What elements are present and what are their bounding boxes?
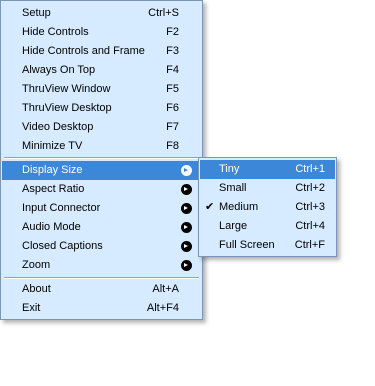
menu-item-label: Minimize TV (22, 140, 83, 152)
menu-item-aspect-ratio[interactable]: Aspect Ratio (2, 180, 201, 199)
submenu-item-full-screen[interactable]: Full Screen Ctrl+F (200, 236, 335, 255)
checkmark-icon: ✔ (205, 201, 215, 213)
menu-item-label: Full Screen (219, 239, 275, 251)
menu-item-closed-captions[interactable]: Closed Captions (2, 237, 201, 256)
menu-item-exit[interactable]: Exit Alt+F4 (2, 299, 201, 318)
submenu-item-small[interactable]: Small Ctrl+2 (200, 179, 335, 198)
menu-item-label: Hide Controls (22, 26, 89, 38)
menu-item-zoom[interactable]: Zoom (2, 256, 201, 275)
submenu-arrow-icon (181, 222, 192, 233)
menu-item-shortcut: Alt+F4 (146, 302, 179, 314)
menu-item-label: Tiny (219, 163, 240, 175)
menu-item-shortcut: Ctrl+2 (295, 182, 325, 194)
submenu-arrow-icon (181, 260, 192, 271)
menu-separator (4, 277, 199, 279)
menu-item-minimize-tv[interactable]: Minimize TV F8 (2, 137, 201, 156)
menu-item-video-desktop[interactable]: Video Desktop F7 (2, 118, 201, 137)
menu-item-hide-controls[interactable]: Hide Controls F2 (2, 23, 201, 42)
menu-item-setup[interactable]: Setup Ctrl+S (2, 4, 201, 23)
menu-item-label: Audio Mode (22, 221, 81, 233)
menu-item-shortcut: Ctrl+3 (295, 201, 325, 213)
menu-item-label: Aspect Ratio (22, 183, 85, 195)
menu-item-label: Zoom (22, 259, 51, 271)
menu-item-label: Large (219, 220, 248, 232)
menu-item-shortcut: F8 (166, 140, 179, 152)
menu-item-label: Display Size (22, 164, 83, 176)
menu-separator (4, 157, 199, 159)
menu-item-label: Always On Top (22, 64, 96, 76)
menu-item-always-on-top[interactable]: Always On Top F4 (2, 61, 201, 80)
menu-item-label: Video Desktop (22, 121, 94, 133)
menu-item-shortcut: Ctrl+S (148, 7, 179, 19)
submenu-arrow-icon (181, 241, 192, 252)
menu-item-audio-mode[interactable]: Audio Mode (2, 218, 201, 237)
menu-item-label: Small (219, 182, 247, 194)
submenu-item-tiny[interactable]: Tiny Ctrl+1 (200, 160, 335, 179)
menu-item-about[interactable]: About Alt+A (2, 280, 201, 299)
menu-item-shortcut: F4 (166, 64, 179, 76)
menu-item-shortcut: F3 (166, 45, 179, 57)
menu-item-label: Input Connector (22, 202, 101, 214)
menu-item-label: ThruView Window (22, 83, 111, 95)
menu-item-thruview-desktop[interactable]: ThruView Desktop F6 (2, 99, 201, 118)
menu-item-shortcut: F5 (166, 83, 179, 95)
menu-item-label: About (22, 283, 51, 295)
menu-item-input-connector[interactable]: Input Connector (2, 199, 201, 218)
menu-item-display-size[interactable]: Display Size (2, 161, 201, 180)
menu-item-label: Hide Controls and Frame (22, 45, 145, 57)
submenu-arrow-icon (181, 184, 192, 195)
menu-item-label: Setup (22, 7, 51, 19)
menu-item-shortcut: Ctrl+4 (295, 220, 325, 232)
menu-item-hide-controls-and-frame[interactable]: Hide Controls and Frame F3 (2, 42, 201, 61)
menu-item-shortcut: F2 (166, 26, 179, 38)
display-size-submenu: Tiny Ctrl+1 Small Ctrl+2 ✔ Medium Ctrl+3… (198, 157, 337, 257)
submenu-item-large[interactable]: Large Ctrl+4 (200, 217, 335, 236)
menu-item-shortcut: Ctrl+1 (295, 163, 325, 175)
menu-item-label: Exit (22, 302, 41, 314)
menu-item-shortcut: Ctrl+F (294, 239, 325, 251)
submenu-item-medium[interactable]: ✔ Medium Ctrl+3 (200, 198, 335, 217)
menu-item-shortcut: Alt+A (152, 283, 179, 295)
context-menu: Setup Ctrl+S Hide Controls F2 Hide Contr… (0, 0, 203, 320)
menu-item-shortcut: F6 (166, 102, 179, 114)
submenu-arrow-icon (181, 165, 192, 176)
menu-item-label: Closed Captions (22, 240, 103, 252)
menu-item-label: Medium (219, 201, 259, 213)
menu-item-thruview-window[interactable]: ThruView Window F5 (2, 80, 201, 99)
menu-item-label: ThruView Desktop (22, 102, 112, 114)
menu-item-shortcut: F7 (166, 121, 179, 133)
submenu-arrow-icon (181, 203, 192, 214)
